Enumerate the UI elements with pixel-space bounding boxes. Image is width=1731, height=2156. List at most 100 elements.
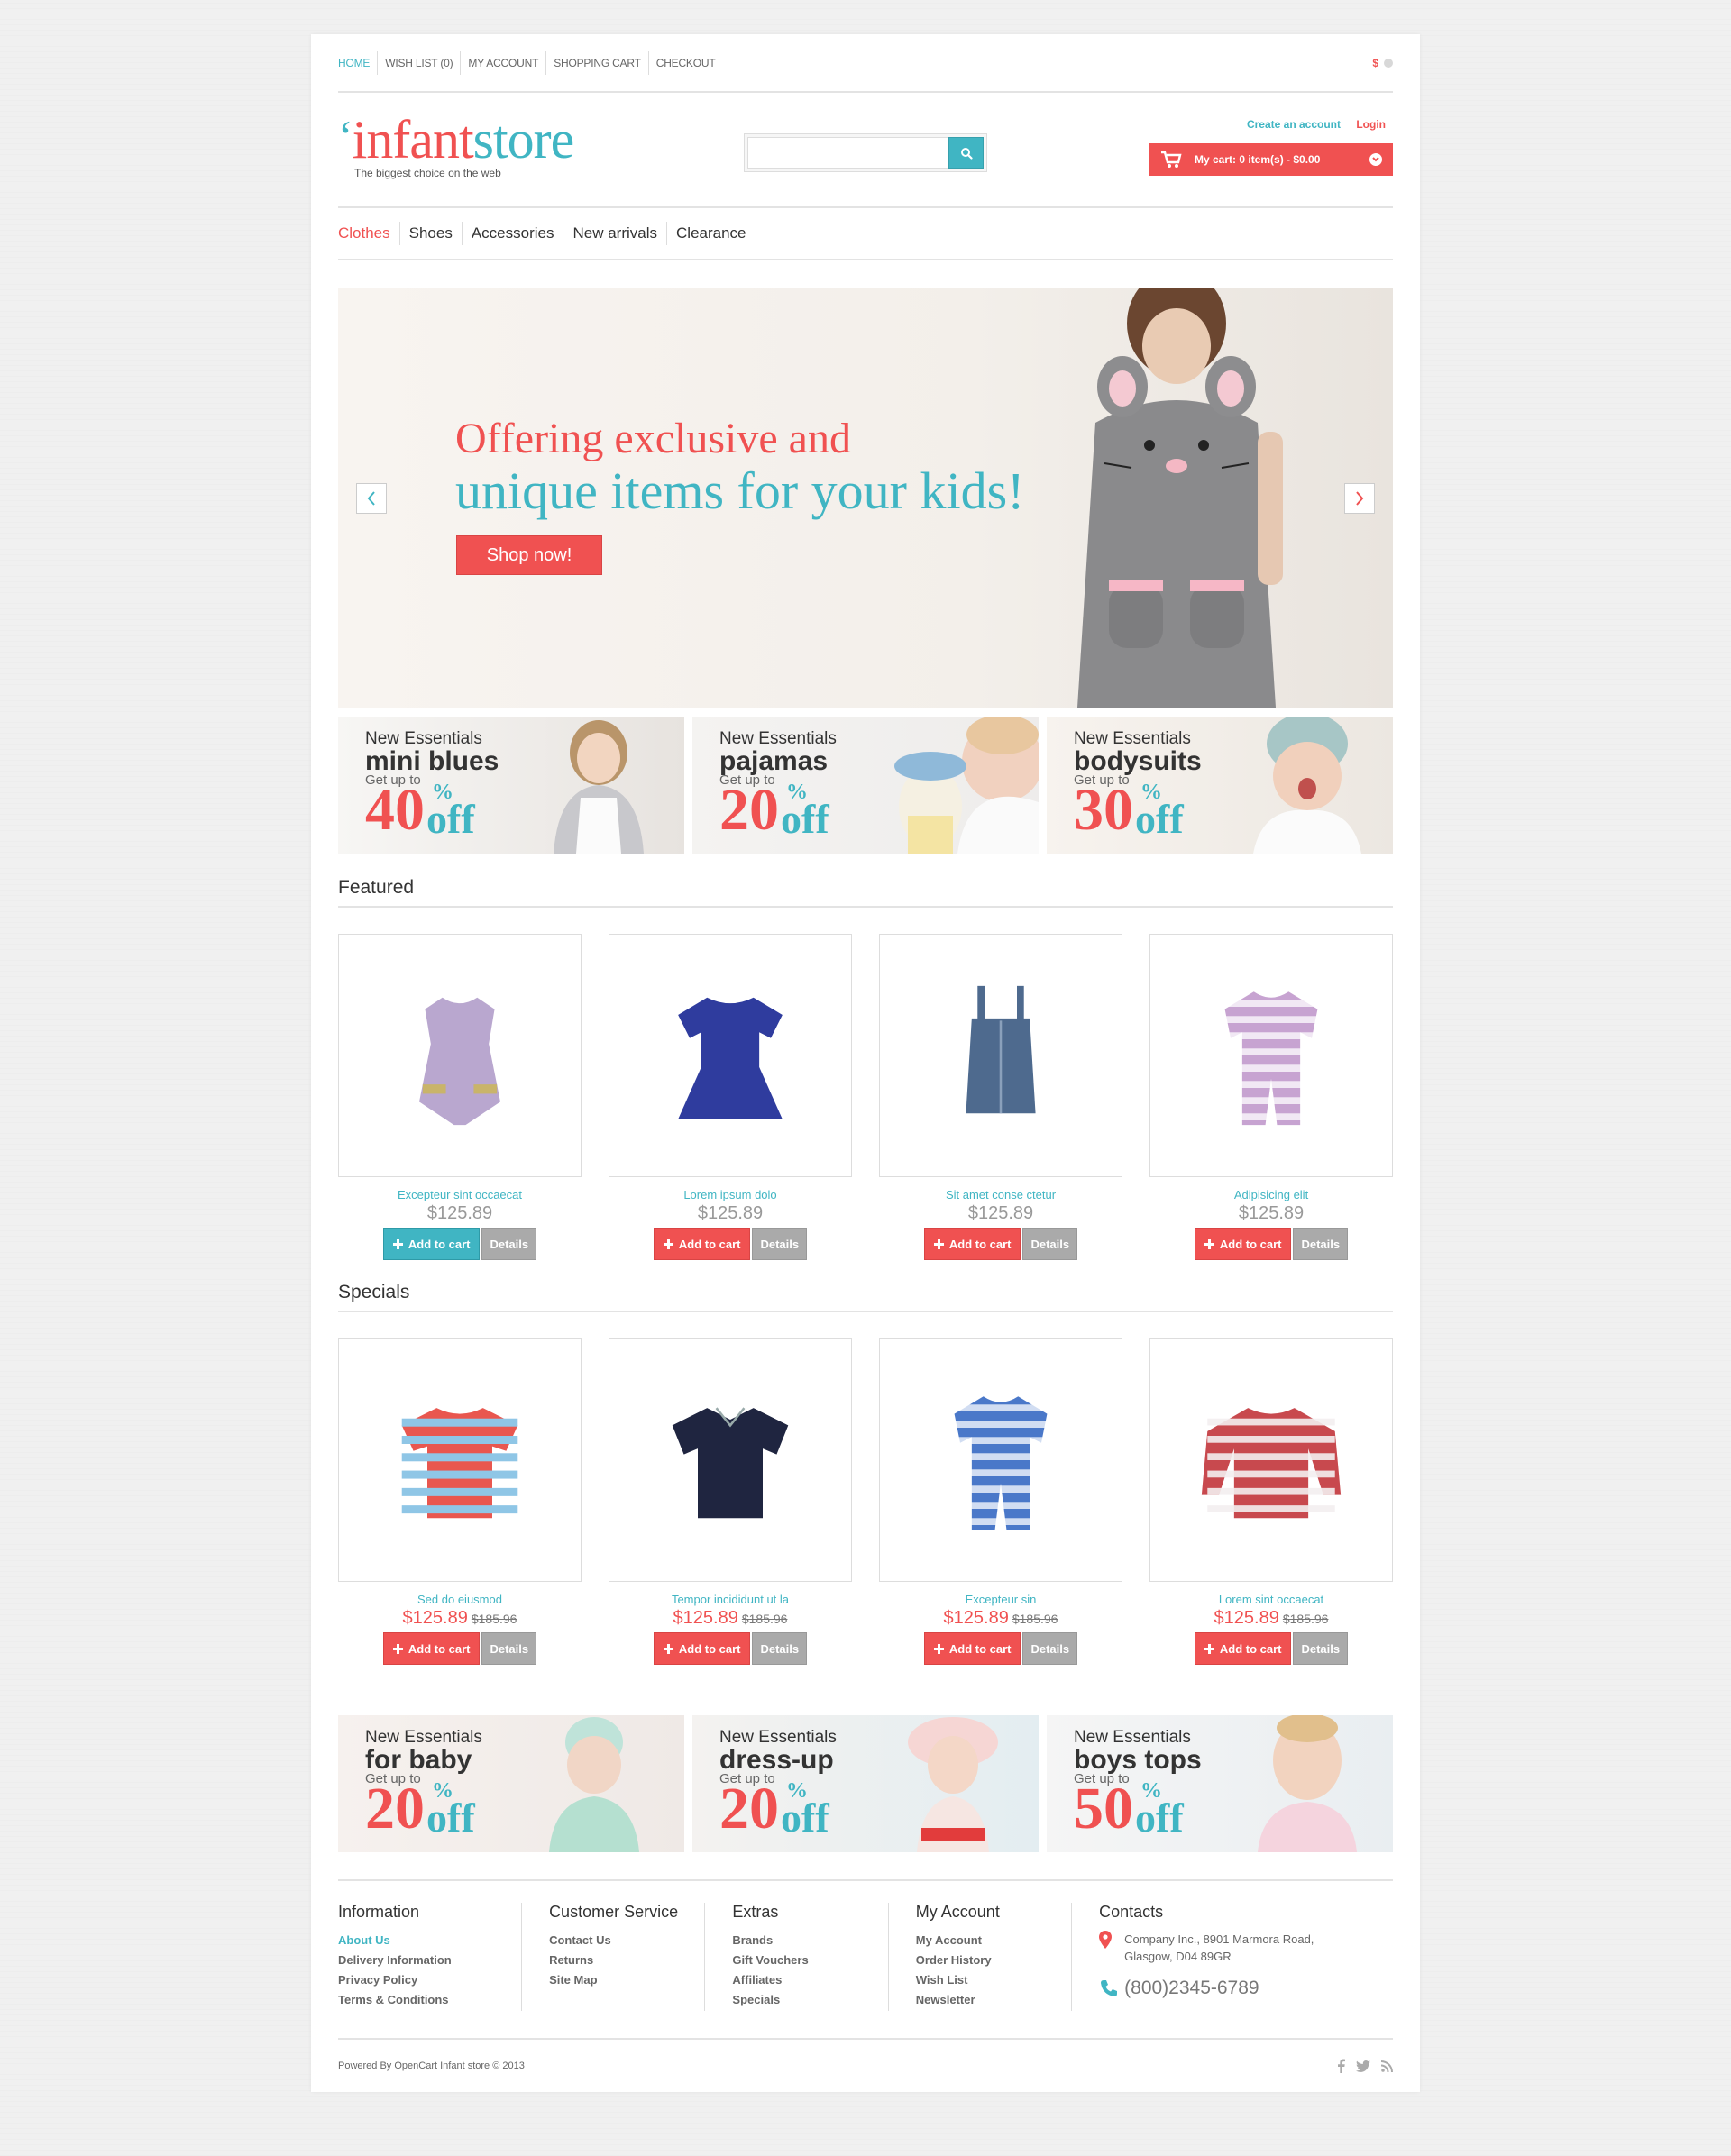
promo-banners-bottom: New Essentials for baby Get up to 20% off… [338,1715,1393,1852]
footer-link-wish-list[interactable]: Wish List [916,1970,1071,1990]
details-button[interactable]: Details [1022,1228,1078,1260]
product-card: Adipisicing elit $125.89 Add to cart Det… [1149,934,1393,1260]
add-to-cart-button[interactable]: Add to cart [923,1228,1021,1260]
details-button[interactable]: Details [481,1228,537,1260]
product-image[interactable] [338,934,582,1177]
top-link-wishlist[interactable]: WISH LIST (0) [377,50,460,75]
product-image[interactable] [879,934,1122,1177]
login-link[interactable]: Login [1356,118,1386,131]
chevron-down-icon [1384,58,1393,68]
product-actions: Add to cart Details [609,1228,852,1260]
top-links: HOME WISH LIST (0) MY ACCOUNT SHOPPING C… [338,50,723,75]
product-price-row: $125.89 $185.96 [338,1608,582,1629]
footer-link-privacy[interactable]: Privacy Policy [338,1970,521,1990]
footer-column-contacts: Contacts Company Inc., 8901 Marmora Road… [1071,1903,1393,2011]
product-image[interactable] [609,1338,852,1582]
product-image[interactable] [1149,934,1393,1177]
add-to-cart-button[interactable]: Add to cart [1194,1228,1292,1260]
details-button[interactable]: Details [752,1632,808,1665]
product-price: $125.89 [943,1608,1009,1628]
promo-banner[interactable]: New Essentials boys tops Get up to 50% of… [1047,1715,1393,1852]
footer-link-specials[interactable]: Specials [732,1990,887,2010]
logo[interactable]: ‘infantstore The biggest choice on the w… [338,111,574,179]
product-name[interactable]: Excepteur sint occaecat [338,1188,582,1201]
product-photo [419,997,500,1126]
top-link-checkout[interactable]: CHECKOUT [647,50,723,75]
footer-link-affiliates[interactable]: Affiliates [732,1970,887,1990]
product-photo [1201,1408,1342,1519]
add-to-cart-button[interactable]: Add to cart [382,1228,481,1260]
chevron-right-icon [1356,491,1364,506]
nav-item-clearance[interactable]: Clearance [666,222,756,245]
product-name[interactable]: Tempor incididunt ut la [609,1593,852,1606]
nav-item-accessories[interactable]: Accessories [461,222,563,245]
banner-off: off [1135,796,1184,842]
promo-banner[interactable]: New Essentials bodysuits Get up to 30% of… [1047,717,1393,854]
product-image[interactable] [609,934,852,1177]
banner-percent: 30 [1074,777,1133,843]
footer-link-site-map[interactable]: Site Map [549,1970,704,1990]
product-name[interactable]: Excepteur sin [879,1593,1122,1606]
footer-link-my-account[interactable]: My Account [916,1931,1071,1950]
hero-image-girl-mouse-dress [1077,288,1283,708]
add-to-cart-label: Add to cart [1219,1237,1282,1251]
currency-selector[interactable]: $ [1372,57,1393,69]
cart-button[interactable]: My cart: 0 item(s) - $0.00 [1149,143,1393,176]
twitter-icon[interactable] [1356,2060,1370,2072]
details-button[interactable]: Details [1022,1632,1078,1665]
nav-item-shoes[interactable]: Shoes [398,222,462,245]
banner-off: off [781,1795,829,1841]
details-button[interactable]: Details [1293,1632,1349,1665]
powered-by: Powered By OpenCart Infant store © 2013 [338,2060,525,2071]
add-to-cart-button[interactable]: Add to cart [923,1632,1021,1665]
product-image[interactable] [338,1338,582,1582]
promo-banner[interactable]: New Essentials pajamas Get up to 20% off [692,717,1039,854]
footer-link-brands[interactable]: Brands [732,1931,887,1950]
promo-banner[interactable]: New Essentials mini blues Get up to 40% o… [338,717,684,854]
details-button[interactable]: Details [481,1632,537,1665]
footer-link-contact-us[interactable]: Contact Us [549,1931,704,1950]
create-account-link[interactable]: Create an account [1247,118,1341,131]
top-link-my-account[interactable]: MY ACCOUNT [460,50,545,75]
shop-now-button[interactable]: Shop now! [456,535,602,575]
product-image[interactable] [879,1338,1122,1582]
footer-link-gift-vouchers[interactable]: Gift Vouchers [732,1950,887,1970]
footer-link-delivery[interactable]: Delivery Information [338,1950,521,1970]
footer-link-order-history[interactable]: Order History [916,1950,1071,1970]
product-price: $125.89 [673,1608,738,1628]
product-name[interactable]: Sit amet conse ctetur [879,1188,1122,1201]
details-button[interactable]: Details [1293,1228,1349,1260]
add-to-cart-button[interactable]: Add to cart [382,1632,481,1665]
product-name[interactable]: Lorem sint occaecat [1149,1593,1393,1606]
promo-banner[interactable]: New Essentials for baby Get up to 20% off [338,1715,684,1852]
add-to-cart-button[interactable]: Add to cart [1194,1632,1292,1665]
address-line-2: Glasgow, D04 89GR [1124,1950,1232,1963]
product-name[interactable]: Sed do eiusmod [338,1593,582,1606]
product-name[interactable]: Lorem ipsum dolo [609,1188,852,1201]
top-link-shopping-cart[interactable]: SHOPPING CART [545,50,648,75]
search-input[interactable] [747,137,948,169]
details-button[interactable]: Details [752,1228,808,1260]
slider-next-button[interactable] [1344,483,1375,514]
product-name[interactable]: Adipisicing elit [1149,1188,1393,1201]
add-to-cart-button[interactable]: Add to cart [653,1632,751,1665]
nav-item-new-arrivals[interactable]: New arrivals [563,222,666,245]
facebook-icon[interactable] [1338,2059,1345,2073]
chevron-down-icon [1369,153,1382,166]
footer-link-terms[interactable]: Terms & Conditions [338,1990,521,2010]
footer-link-about-us[interactable]: About Us [338,1931,521,1950]
rss-icon[interactable] [1381,2060,1393,2072]
product-card: Sed do eiusmod $125.89 $185.96 Add to car… [338,1338,582,1665]
product-image[interactable] [1149,1338,1393,1582]
product-actions: Add to cart Details [1149,1228,1393,1260]
promo-banner[interactable]: New Essentials dress-up Get up to 20% off [692,1715,1039,1852]
footer-link-newsletter[interactable]: Newsletter [916,1990,1071,2010]
slider-prev-button[interactable] [356,483,387,514]
add-to-cart-label: Add to cart [408,1641,471,1656]
add-to-cart-button[interactable]: Add to cart [653,1228,751,1260]
search-button[interactable] [948,137,984,169]
footer-link-returns[interactable]: Returns [549,1950,704,1970]
nav-item-clothes[interactable]: Clothes [338,222,399,245]
map-pin-icon [1099,1931,1113,1949]
top-link-home[interactable]: HOME [338,51,377,75]
